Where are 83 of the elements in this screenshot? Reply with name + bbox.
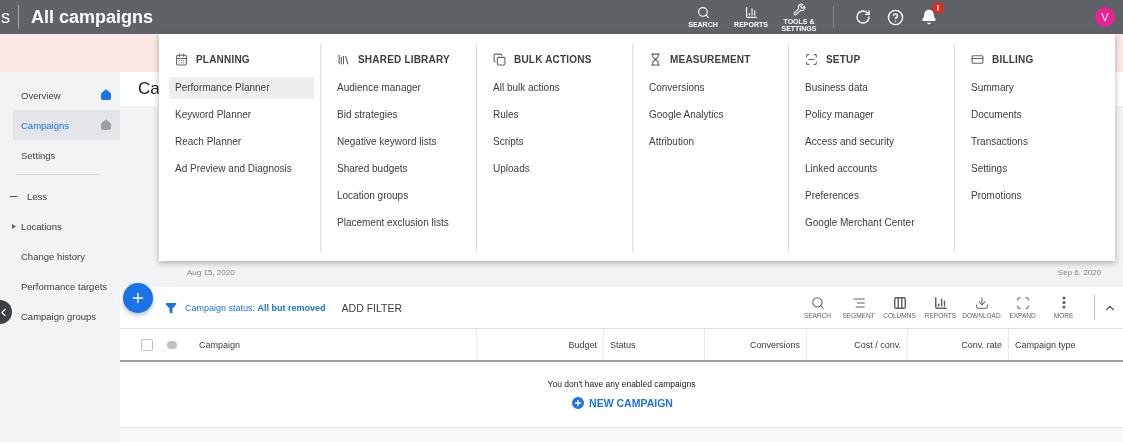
menu-section-title: PLANNING <box>196 53 250 65</box>
avatar[interactable]: V <box>1095 7 1115 27</box>
menu-item[interactable]: Bid strategies <box>331 104 470 126</box>
menu-item[interactable]: Shared budgets <box>331 158 470 180</box>
column-header[interactable]: Campaign type <box>1015 339 1076 350</box>
menu-item[interactable]: Policy manager <box>799 104 948 126</box>
columns-icon <box>892 296 907 310</box>
add-button[interactable] <box>123 283 153 313</box>
frame-icon <box>805 52 818 66</box>
start-date: Aug 15, 2020 <box>187 268 235 277</box>
menu-item[interactable]: Location groups <box>331 185 470 207</box>
menu-item[interactable]: Business data <box>799 77 948 99</box>
column-header[interactable]: Status <box>610 339 636 350</box>
empty-message: You don't have any enabled campaigns <box>547 378 696 389</box>
menu-section-title: SHARED LIBRARY <box>358 53 450 65</box>
menu-item[interactable]: Scripts <box>487 131 626 153</box>
sidebar-item[interactable]: Overview <box>13 80 120 110</box>
column-header[interactable]: Conv. rate <box>961 339 1002 350</box>
sidebar-item[interactable]: Locations <box>13 211 120 241</box>
menu-section-title: MEASUREMENT <box>670 53 751 65</box>
menu-section-title: SETUP <box>826 53 861 65</box>
menu-item[interactable]: Promotions <box>965 185 1109 207</box>
filter-chip[interactable]: Campaign status: All but removed <box>185 302 326 313</box>
wrench-icon <box>792 2 806 16</box>
menu-item[interactable]: Summary <box>965 77 1109 99</box>
menu-item[interactable]: Conversions <box>643 77 782 99</box>
download-icon <box>974 296 989 310</box>
menu-item[interactable]: Rules <box>487 104 626 126</box>
menu-item[interactable]: Settings <box>965 158 1109 180</box>
menu-item[interactable]: Negative keyword lists <box>331 131 470 153</box>
select-all-checkbox[interactable] <box>141 338 153 351</box>
column-header[interactable]: Cost / conv. <box>854 339 901 350</box>
hourglass-icon <box>649 52 662 66</box>
menu-item[interactable]: Google Analytics <box>643 104 782 126</box>
breadcrumb[interactable]: s <box>0 5 19 29</box>
column-header[interactable]: Budget <box>568 339 597 350</box>
sidebar-item[interactable]: Performance targets <box>13 271 120 301</box>
card-icon <box>971 52 984 66</box>
menu-item[interactable]: Google Merchant Center <box>799 212 948 234</box>
sidebar-item[interactable]: Campaign groups <box>13 301 120 331</box>
column-header[interactable]: Conversions <box>749 339 800 350</box>
sidebar-item[interactable]: Change history <box>13 241 120 271</box>
menu-item[interactable]: Audience manager <box>331 77 470 99</box>
chart-icon <box>744 6 758 19</box>
menu-item[interactable]: All bulk actions <box>487 77 626 99</box>
alert-badge: ! <box>932 2 944 14</box>
filter-icon <box>165 301 177 314</box>
menu-section-title: BILLING <box>992 53 1034 65</box>
menu-item[interactable]: Uploads <box>487 158 626 180</box>
stack-icon <box>493 52 506 66</box>
menu-item[interactable]: Reach Planner <box>169 131 314 153</box>
expand-icon <box>1015 296 1030 310</box>
menu-item[interactable]: Ad Preview and Diagnosis <box>169 158 314 180</box>
menu-item[interactable]: Placement exclusion lists <box>331 212 470 234</box>
more-icon <box>1061 296 1066 309</box>
home-icon[interactable] <box>100 89 112 101</box>
page-title: All campaigns <box>31 6 154 28</box>
new-campaign-button[interactable]: NEW CAMPAIGN <box>570 394 673 411</box>
search-icon <box>696 6 710 19</box>
sidebar-item[interactable]: Settings <box>13 140 120 170</box>
menu-item[interactable]: Preferences <box>799 185 948 207</box>
menu-item[interactable]: Transactions <box>965 131 1109 153</box>
sidebar-item[interactable]: Campaigns <box>13 110 120 140</box>
lines-icon <box>851 296 866 310</box>
column-header[interactable]: Campaign <box>199 339 241 350</box>
calendar-icon <box>175 52 188 66</box>
plus-circle-icon <box>570 394 587 411</box>
less-toggle[interactable]: Less <box>27 190 48 202</box>
menu-item[interactable]: Documents <box>965 104 1109 126</box>
end-date: Sep 6, 2020 <box>1057 268 1101 277</box>
plus-icon <box>130 290 146 306</box>
chart-icon <box>933 296 948 310</box>
library-icon <box>337 52 350 66</box>
menu-item[interactable]: Performance Planner <box>169 77 314 99</box>
menu-item[interactable]: Linked accounts <box>799 158 948 180</box>
menu-item[interactable]: Access and security <box>799 131 948 153</box>
menu-section-title: BULK ACTIONS <box>514 53 592 65</box>
add-filter-button[interactable]: ADD FILTER <box>335 300 409 315</box>
menu-item[interactable]: Attribution <box>643 131 782 153</box>
expand-triangle-icon <box>12 223 16 229</box>
search-icon <box>810 296 825 310</box>
page-heading: Ca <box>138 79 160 99</box>
menu-item[interactable]: Keyword Planner <box>169 104 314 126</box>
